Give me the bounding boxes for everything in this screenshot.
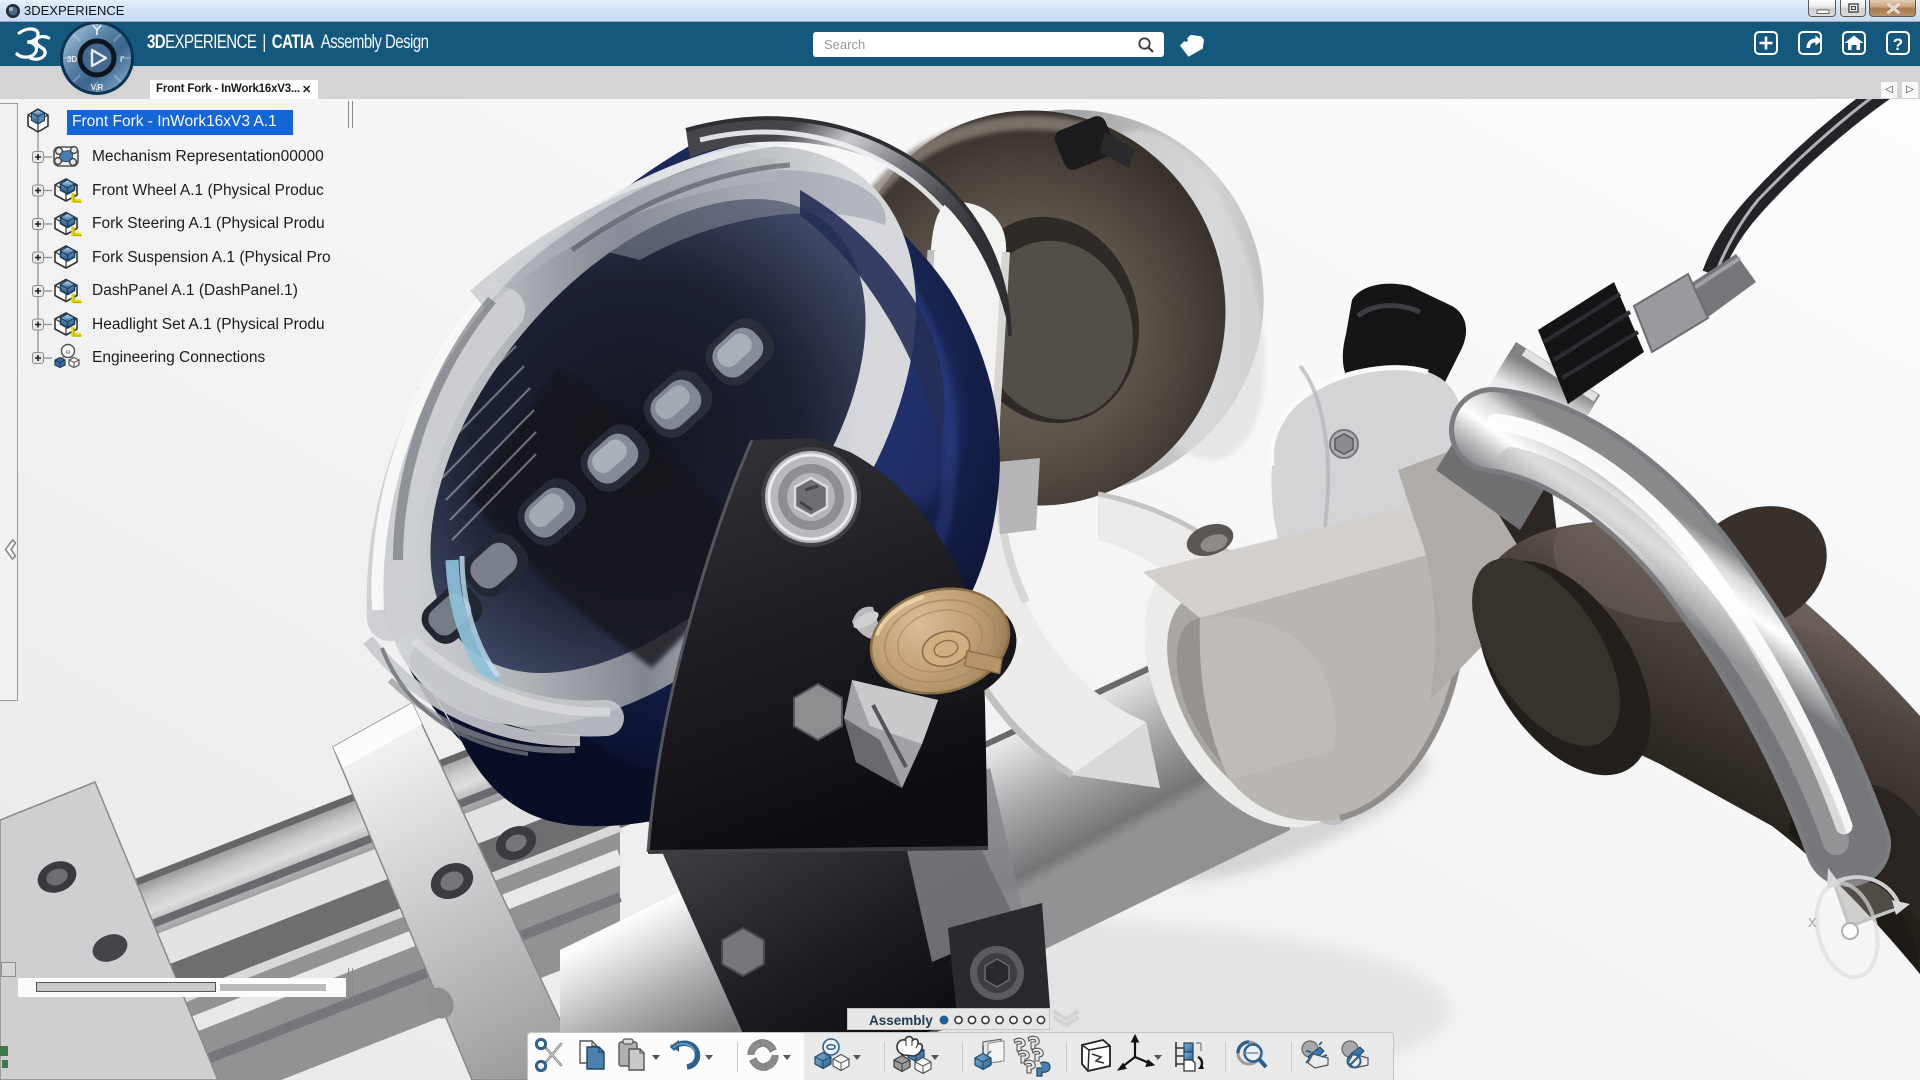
svg-text:?: ?: [1893, 35, 1903, 54]
svg-text:3D: 3D: [67, 55, 77, 64]
svg-text:X: X: [1808, 915, 1817, 930]
svg-text:V.R: V.R: [91, 83, 104, 92]
svg-text:i': i': [120, 55, 124, 64]
svg-text:ω: ω: [66, 350, 71, 356]
